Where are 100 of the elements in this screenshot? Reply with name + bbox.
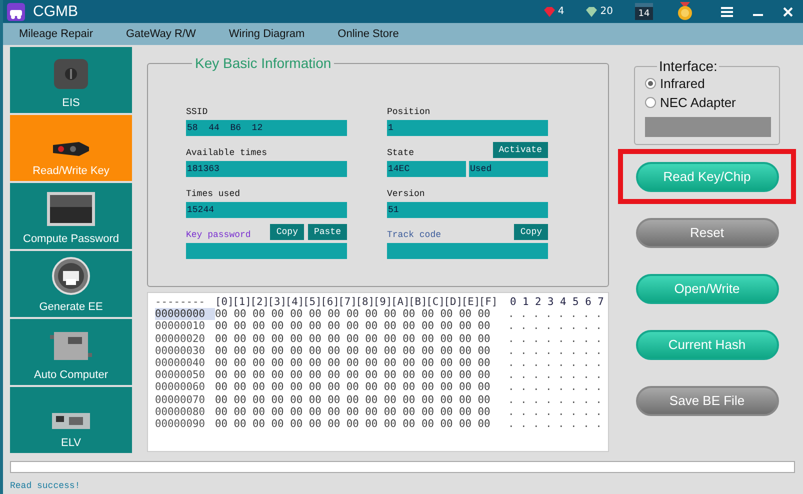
- column-header: [2]: [250, 296, 268, 308]
- radio-option[interactable]: Infrared: [645, 76, 771, 91]
- menu-item[interactable]: Wiring Diagram: [228, 28, 305, 40]
- ascii-text: . . . . . . . .: [508, 381, 602, 394]
- sidebar-label: Generate EE: [39, 301, 103, 313]
- sidebar-item[interactable]: Auto Computer: [10, 319, 132, 385]
- sidebar-label: ELV: [61, 437, 81, 449]
- panel-title: Interface:: [658, 58, 718, 74]
- field-label: Key password: [186, 230, 252, 240]
- hex-bytes: 00 00 00 00 00 00 00 00 00 00 00 00 00 00 00: [215, 418, 492, 430]
- field-label: Available times: [186, 148, 268, 158]
- sidebar-label: Read/Write Key: [32, 165, 110, 177]
- address-cell[interactable]: 00000040: [155, 357, 215, 370]
- hex-bytes: 00 00 00 00 00 00 00 00 00 00 00 00 00 00 00: [215, 394, 492, 406]
- hex-bytes: 00 00 00 00 00 00 00 00 00 00 00 00 00 00 00: [215, 357, 492, 370]
- small-button[interactable]: Copy: [270, 224, 304, 240]
- menu-item[interactable]: Online Store: [338, 28, 399, 40]
- column-header: [5]: [302, 296, 321, 308]
- address-cell[interactable]: 00000030: [155, 344, 215, 358]
- sidebar-item[interactable]: Generate EE: [10, 251, 132, 317]
- column-header: [1]: [232, 296, 250, 308]
- ascii-header: 0 1 2 3 4 5 6 7: [510, 296, 604, 308]
- ascii-text: . . . . . . . .: [508, 320, 602, 333]
- field-label: Times used: [186, 189, 242, 199]
- menu-item[interactable]: Mileage Repair: [19, 28, 93, 40]
- column-header: [F]: [478, 296, 496, 308]
- value-field[interactable]: Used: [469, 161, 548, 177]
- column-header: [3]: [268, 296, 286, 308]
- small-button[interactable]: Activate: [492, 142, 548, 158]
- small-button[interactable]: Copy: [514, 224, 548, 240]
- value-field[interactable]: 58 44 B6 12: [186, 120, 347, 136]
- hex-bytes: 00 00 00 00 00 00 00 00 00 00 00 00 00 00 00: [215, 344, 492, 358]
- column-header: [8]: [356, 296, 374, 308]
- hex-bytes: 00 00 00 00 00 00 00 00 00 00 00 00 00 00 00: [215, 332, 492, 345]
- ascii-text: . . . . . . . .: [508, 418, 602, 430]
- ruby-icon: [544, 6, 555, 16]
- ascii-text: . . . . . . . .: [508, 357, 602, 370]
- control-unit-icon: [50, 329, 92, 363]
- field-label: SSID: [186, 107, 209, 117]
- column-header: [D]: [444, 296, 462, 308]
- field-label: Track code: [387, 230, 442, 240]
- value-field[interactable]: 1: [387, 120, 548, 136]
- address-cell[interactable]: 00000060: [155, 381, 215, 394]
- ascii-text: . . . . . . . .: [508, 344, 602, 358]
- diamond-count: 20: [600, 6, 613, 17]
- address-header: --------: [155, 296, 206, 308]
- value-field[interactable]: 181363: [186, 161, 347, 177]
- app-logo-icon: [7, 2, 25, 20]
- address-cell[interactable]: 00000050: [155, 369, 215, 382]
- sidebar-item[interactable]: ELV: [10, 387, 132, 453]
- ignition-switch-icon: [52, 57, 90, 91]
- column-header: [7]: [338, 296, 356, 308]
- medal-icon[interactable]: [677, 2, 693, 21]
- menu-icon[interactable]: [721, 6, 733, 16]
- close-icon[interactable]: [783, 6, 793, 16]
- value-field[interactable]: 14EC: [387, 161, 466, 177]
- ruby-count: 4: [558, 6, 564, 17]
- radio-option[interactable]: NEC Adapter: [645, 95, 771, 110]
- ascii-text: . . . . . . . .: [508, 308, 602, 320]
- hex-bytes: 00 00 00 00 00 00 00 00 00 00 00 00 00 00 00: [215, 381, 492, 394]
- value-field[interactable]: 15244: [186, 202, 347, 218]
- hex-bytes: 00 00 00 00 00 00 00 00 00 00 00 00 00 00 00: [215, 308, 492, 320]
- column-header: [4]: [285, 296, 303, 308]
- address-cell[interactable]: 00000080: [155, 406, 215, 418]
- column-header: [E]: [461, 296, 479, 308]
- value-field[interactable]: [387, 243, 548, 259]
- panel-title: Key Basic Information: [194, 55, 332, 71]
- address-cell[interactable]: 00000090: [155, 418, 215, 430]
- field-label: Version: [387, 189, 426, 199]
- column-header: [6]: [320, 296, 338, 308]
- column-header: [C]: [426, 296, 444, 308]
- sidebar-label: Compute Password: [23, 233, 119, 245]
- address-cell[interactable]: 00000000: [155, 308, 215, 320]
- sidebar-item[interactable]: Compute Password: [10, 183, 132, 249]
- ascii-text: . . . . . . . .: [508, 406, 602, 418]
- address-cell[interactable]: 00000070: [155, 394, 215, 406]
- hex-bytes: 00 00 00 00 00 00 00 00 00 00 00 00 00 00 00: [215, 406, 492, 418]
- column-header: [0]: [215, 296, 233, 308]
- status-text: Read success!: [10, 481, 82, 491]
- circuit-board-icon: [51, 411, 91, 431]
- keypad-icon: [46, 191, 96, 227]
- field-label: Position: [387, 107, 432, 117]
- sidebar-label: Auto Computer: [34, 369, 108, 381]
- value-field[interactable]: 51: [387, 202, 548, 218]
- hex-bytes: 00 00 00 00 00 00 00 00 00 00 00 00 00 00 00: [215, 369, 492, 382]
- menu-item[interactable]: GateWay R/W: [126, 28, 196, 40]
- column-header: [A]: [390, 296, 409, 308]
- sidebar-label: EIS: [62, 97, 80, 109]
- value-field[interactable]: [186, 243, 347, 259]
- small-button[interactable]: Paste: [308, 224, 347, 240]
- hex-bytes: 00 00 00 00 00 00 00 00 00 00 00 00 00 00 00: [215, 320, 492, 333]
- calendar-icon[interactable]: 14: [635, 3, 653, 20]
- address-cell[interactable]: 00000020: [155, 332, 215, 345]
- column-header: [B]: [408, 296, 426, 308]
- radio-label: Infrared: [660, 76, 705, 91]
- radio-label: NEC Adapter: [660, 95, 736, 110]
- window-title: CGMB: [33, 3, 79, 20]
- sidebar-item[interactable]: EIS: [10, 47, 132, 113]
- address-cell[interactable]: 00000010: [155, 320, 215, 333]
- ascii-text: . . . . . . . .: [508, 394, 602, 406]
